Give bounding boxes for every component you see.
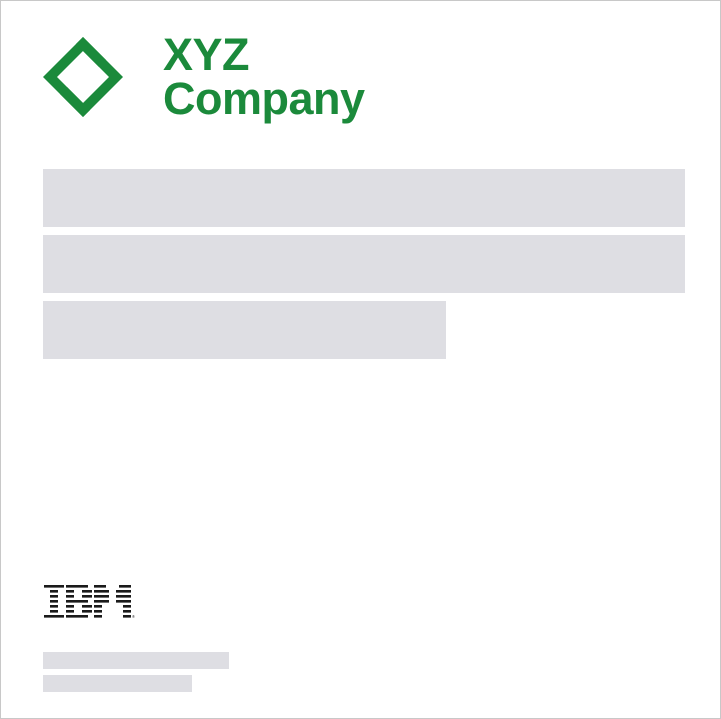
svg-text:®: ® [132,614,135,619]
xyz-diamond-logo-icon [43,37,123,117]
company-name-line2: Company [163,73,365,124]
title-placeholder-line-3 [43,301,446,359]
company-logo: XYZ Company [43,29,365,125]
company-name-line1: XYZ [163,29,250,80]
meta-placeholder-line-1 [43,652,229,669]
document-page: XYZ Company ® [0,0,721,719]
company-name: XYZ Company [163,29,365,124]
title-placeholder-line-2 [43,235,685,293]
title-placeholder-line-1 [43,169,685,227]
meta-placeholder-line-2 [43,675,192,692]
ibm-logo-icon: ® [44,585,135,619]
